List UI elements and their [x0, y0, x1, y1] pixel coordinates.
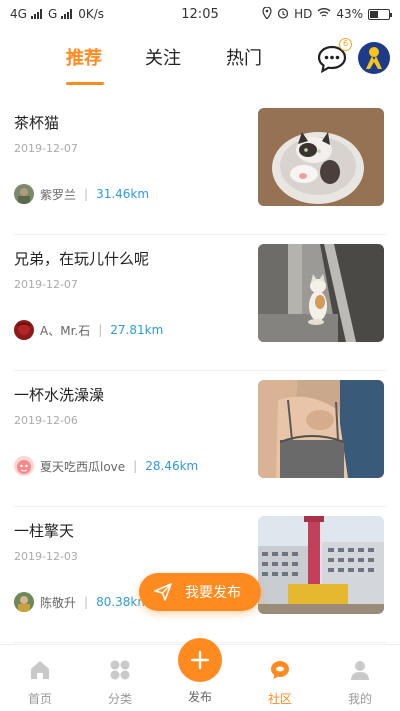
post-image-woman-photo[interactable] — [258, 380, 384, 478]
signal-icon — [30, 9, 42, 19]
nav-profile-label: 我的 — [347, 692, 372, 706]
category-icon — [110, 660, 130, 680]
meta-separator: | — [84, 187, 89, 201]
distance-label: 27.81km — [110, 323, 164, 337]
nav-category-label: 分类 — [107, 692, 132, 706]
author-avatar[interactable] — [14, 592, 34, 612]
plus-icon — [190, 650, 210, 670]
author-name[interactable]: A、Mr.石 — [40, 322, 90, 339]
meta-separator: | — [98, 323, 103, 337]
nav-home-label: 首页 — [27, 692, 52, 706]
post-image-crane-building[interactable] — [258, 516, 384, 614]
meta-separator: | — [84, 595, 89, 609]
nav-profile[interactable]: 我的 — [330, 659, 390, 707]
network-type-1: 4G — [10, 7, 27, 21]
meta-separator: | — [133, 459, 138, 473]
wifi-icon — [317, 7, 331, 21]
status-left: 4G G 0K/s — [10, 7, 160, 21]
post-title: 兄弟，在玩儿什么呢 — [14, 250, 150, 268]
active-tab-indicator — [66, 82, 104, 85]
clock: 12:05 — [181, 6, 219, 22]
user-icon — [351, 661, 369, 680]
post-date: 2019-12-07 — [14, 278, 78, 291]
post-meta: 陈敬升 | 80.38km — [14, 592, 149, 612]
floating-publish-button[interactable]: 我要发布 — [139, 573, 261, 611]
battery-percent: 43% — [336, 7, 363, 21]
alarm-icon — [277, 7, 289, 22]
network-speed: 0K/s — [78, 7, 105, 21]
network-type-2: G — [47, 7, 58, 21]
nav-community-label: 社区 — [267, 692, 292, 706]
author-avatar[interactable] — [14, 456, 34, 476]
post-date: 2019-12-06 — [14, 414, 78, 427]
tab-follow[interactable]: 关注 — [145, 44, 181, 70]
paper-plane-icon — [154, 583, 172, 601]
author-avatar[interactable] — [14, 184, 34, 204]
distance-label: 28.46km — [145, 459, 199, 473]
distance-label: 31.46km — [96, 187, 150, 201]
home-icon — [31, 661, 49, 679]
post-meta: 紫罗兰 | 31.46km — [14, 184, 149, 204]
floating-publish-label: 我要发布 — [185, 585, 241, 601]
post-image-cat-by-door[interactable] — [258, 244, 384, 342]
message-count-badge: 6 — [339, 38, 352, 51]
signal-icon-2 — [61, 9, 73, 19]
author-name[interactable]: 紫罗兰 — [40, 186, 76, 203]
publish-label: 发布 — [187, 690, 212, 704]
post-meta: 夏天吃西瓜love | 28.46km — [14, 456, 198, 476]
post-title: 茶杯猫 — [14, 114, 60, 132]
tab-hot[interactable]: 热门 — [226, 44, 262, 70]
post-title: 一杯水洗澡澡 — [14, 386, 105, 404]
nav-home[interactable]: 首页 — [10, 659, 70, 707]
status-bar: 4G G 0K/s 12:05 HD 43% — [0, 0, 400, 28]
tab-recommend[interactable]: 推荐 — [66, 44, 102, 70]
nav-category[interactable]: 分类 — [90, 659, 150, 707]
post-card[interactable]: 茶杯猫 2019-12-07 紫罗兰 | 31.46km — [0, 100, 400, 235]
nav-community[interactable]: 社区 — [250, 659, 310, 707]
hd-indicator: HD — [294, 7, 313, 21]
post-meta: A、Mr.石 | 27.81km — [14, 320, 163, 340]
post-title: 一柱擎天 — [14, 522, 75, 540]
post-date: 2019-12-07 — [14, 142, 78, 155]
post-divider — [14, 234, 386, 235]
post-card[interactable]: 一杯水洗澡澡 2019-12-06 夏天吃西瓜love | 28.46km — [0, 372, 400, 507]
post-card[interactable]: 兄弟，在玩儿什么呢 2019-12-07 A、Mr.石 | 27.81km — [0, 236, 400, 371]
post-image-kitten-in-cup[interactable] — [258, 108, 384, 206]
profile-avatar[interactable] — [358, 42, 390, 74]
publish-button[interactable] — [178, 638, 222, 682]
author-avatar[interactable] — [14, 320, 34, 340]
battery-icon — [368, 8, 392, 20]
post-divider — [14, 370, 386, 371]
logo-icon — [366, 47, 382, 69]
location-icon — [262, 5, 272, 22]
community-icon — [271, 661, 289, 679]
post-date: 2019-12-03 — [14, 550, 78, 563]
author-name[interactable]: 陈敬升 — [40, 594, 76, 611]
author-name[interactable]: 夏天吃西瓜love — [40, 458, 125, 475]
post-divider — [14, 506, 386, 507]
status-right: HD 43% — [240, 5, 392, 22]
